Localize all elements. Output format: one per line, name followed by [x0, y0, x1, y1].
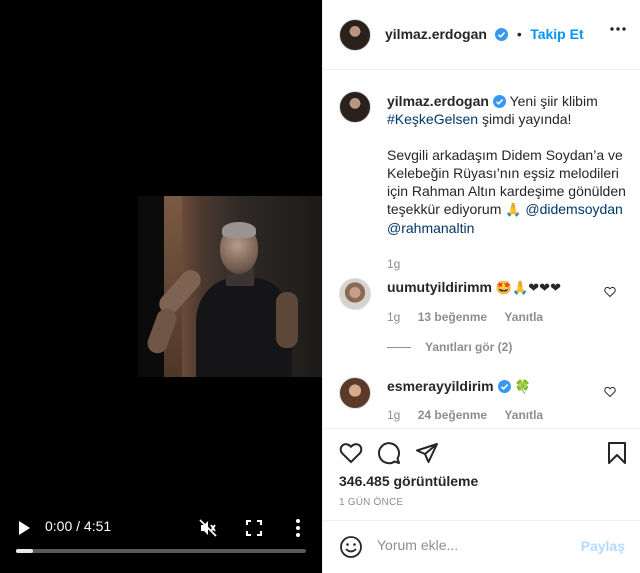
- comment-time: 1g: [387, 310, 401, 324]
- comment-avatar[interactable]: [339, 278, 371, 310]
- view-replies-button[interactable]: Yanıtları gör (2): [387, 340, 512, 354]
- view-count[interactable]: 346.485 görüntüleme: [339, 473, 478, 489]
- view-replies-label: Yanıtları gör (2): [425, 340, 513, 354]
- caption-emoji: 🙏: [505, 202, 522, 217]
- play-icon[interactable]: [17, 520, 31, 536]
- bookmark-icon[interactable]: [605, 441, 629, 465]
- fullscreen-icon[interactable]: [244, 518, 264, 538]
- comment-like-icon[interactable]: [604, 386, 616, 398]
- reply-button[interactable]: Yanıtla: [504, 310, 543, 324]
- mention-link-didem[interactable]: @didemsoydan: [525, 201, 623, 217]
- comment-icon[interactable]: [377, 441, 401, 465]
- post-caption: yilmaz.erdogan Yeni şiir klibim #KeşkeGe…: [387, 92, 627, 273]
- caption-time: 1g: [387, 257, 401, 271]
- emoji-picker-icon[interactable]: [339, 535, 363, 559]
- comment-meta: 1g 13 beğenme Yanıtla: [387, 310, 557, 324]
- video-more-icon[interactable]: [290, 518, 306, 538]
- replies-line: [387, 347, 411, 349]
- comment-item: uumutyildirimm 🤩🙏❤❤❤: [387, 278, 617, 297]
- comment-avatar[interactable]: [339, 377, 371, 409]
- comment-likes[interactable]: 24 beğenme: [418, 408, 487, 422]
- comment-item: esmerayyildirim 🍀: [387, 377, 617, 396]
- video-progress-bar[interactable]: [16, 549, 306, 553]
- video-time: 0:00 / 4:51: [45, 518, 112, 534]
- comment-meta: 1g 24 beğenme Yanıtla: [387, 408, 557, 422]
- comment-like-icon[interactable]: [604, 286, 616, 298]
- video-figure-hair: [222, 222, 256, 238]
- post-comment-button[interactable]: Paylaş: [581, 538, 625, 554]
- comment-likes[interactable]: 13 beğenme: [418, 310, 487, 324]
- video-arm-right: [276, 292, 298, 348]
- video-controls: 0:00 / 4:51: [0, 512, 322, 552]
- comment-box: Paylaş: [323, 520, 640, 573]
- verified-badge-icon: [495, 28, 509, 41]
- video-progress-fill: [16, 549, 34, 553]
- caption-avatar[interactable]: [339, 91, 371, 123]
- comment-username[interactable]: uumutyildirimm: [387, 279, 492, 295]
- header-username[interactable]: yilmaz.erdogan: [385, 26, 487, 42]
- comment-time: 1g: [387, 408, 401, 422]
- post-date: 1 GÜN ÖNCE: [339, 497, 404, 508]
- comment-input[interactable]: [377, 537, 577, 553]
- comment-text: 🍀: [514, 379, 531, 394]
- comment-username[interactable]: esmerayyildirim: [387, 378, 494, 394]
- caption-username[interactable]: yilmaz.erdogan: [387, 93, 489, 109]
- post-actions: 346.485 görüntüleme 1 GÜN ÖNCE: [323, 428, 640, 528]
- hashtag-link[interactable]: #KeşkeGelsen: [387, 111, 478, 127]
- mute-icon[interactable]: [198, 518, 218, 538]
- follow-button[interactable]: Takip Et: [530, 26, 583, 42]
- like-heart-icon[interactable]: [339, 441, 363, 465]
- video-frame[interactable]: [138, 196, 322, 377]
- share-send-icon[interactable]: [415, 441, 439, 465]
- video-player[interactable]: 0:00 / 4:51: [0, 0, 322, 573]
- post-panel: yilmaz.erdogan • Takip Et yilmaz.erdogan…: [322, 0, 640, 573]
- header-separator: •: [516, 26, 522, 42]
- verified-badge-icon: [497, 380, 511, 393]
- mention-link-rahman[interactable]: @rahmanaltin: [387, 220, 474, 236]
- verified-badge-icon: [492, 95, 506, 108]
- reply-button[interactable]: Yanıtla: [504, 408, 543, 422]
- comment-text: 🤩🙏❤❤❤: [495, 280, 561, 295]
- caption-line1-rest: şimdi yayında!: [481, 111, 572, 127]
- avatar[interactable]: [339, 19, 371, 51]
- header-user-row: yilmaz.erdogan • Takip Et: [385, 26, 584, 44]
- post-header: yilmaz.erdogan • Takip Et: [323, 0, 640, 70]
- more-options-icon[interactable]: [609, 26, 627, 32]
- caption-line1: Yeni şiir klibim: [509, 93, 598, 109]
